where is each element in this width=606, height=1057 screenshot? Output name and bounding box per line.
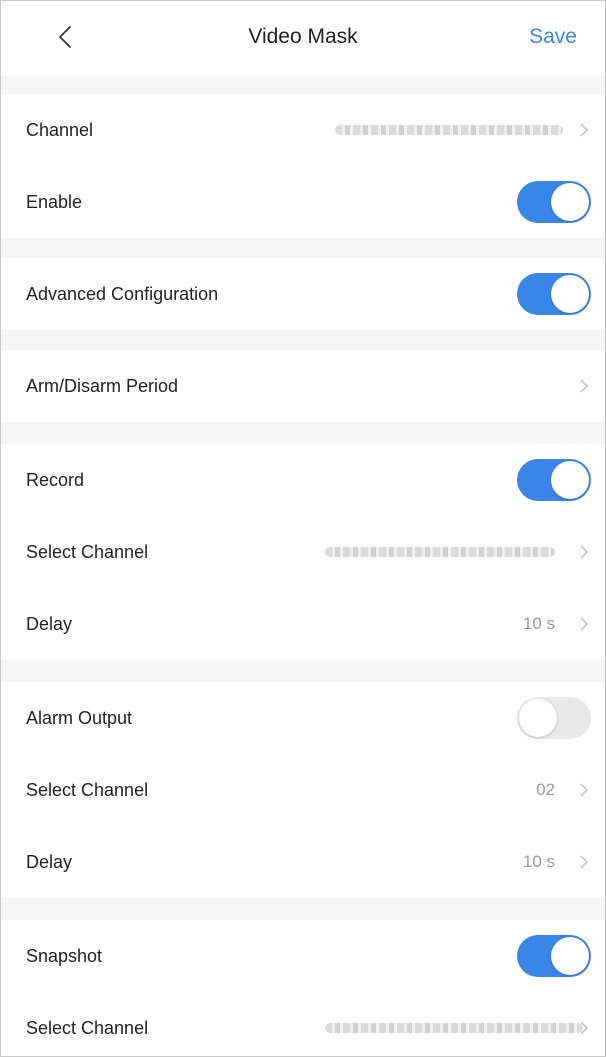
- chevron-right-icon: [580, 855, 589, 869]
- toggle-knob: [551, 937, 589, 975]
- channel-row[interactable]: Channel: [1, 94, 605, 166]
- advanced-configuration-toggle[interactable]: [517, 273, 591, 315]
- chevron-right-icon: [580, 545, 589, 559]
- chevron-right-icon: [580, 617, 589, 631]
- toggle-knob: [551, 461, 589, 499]
- arm-disarm-period-row[interactable]: Arm/Disarm Period: [1, 350, 605, 422]
- alarm-channel-value: 02: [536, 780, 555, 799]
- record-select-channel-row[interactable]: Select Channel: [1, 516, 605, 588]
- video-mask-screen: Video Mask Save Channel Enable Advanced …: [0, 0, 606, 1057]
- record-row: Record: [1, 444, 605, 516]
- record-toggle[interactable]: [517, 459, 591, 501]
- save-button[interactable]: Save: [529, 25, 577, 49]
- section-gap: [1, 898, 605, 920]
- row-label: Record: [26, 469, 85, 490]
- advanced-configuration-row: Advanced Configuration: [1, 258, 605, 330]
- chevron-right-icon: [580, 783, 589, 797]
- enable-toggle[interactable]: [517, 181, 591, 223]
- alarm-delay-value: 10 s: [522, 852, 555, 871]
- back-button[interactable]: [45, 15, 85, 59]
- section-gap: [1, 330, 605, 350]
- row-label: Select Channel: [26, 779, 149, 800]
- record-delay-row[interactable]: Delay 10 s: [1, 588, 605, 660]
- alarm-output-row: Alarm Output: [1, 682, 605, 754]
- chevron-right-icon: [580, 123, 589, 137]
- chevron-left-icon: [59, 26, 71, 48]
- enable-row: Enable: [1, 166, 605, 238]
- record-delay-value: 10 s: [522, 614, 555, 633]
- alarm-select-channel-row[interactable]: Select Channel 02: [1, 754, 605, 826]
- toggle-knob: [519, 699, 557, 737]
- section-gap: [1, 238, 605, 258]
- row-label: Select Channel: [26, 541, 149, 562]
- page-title: Video Mask: [248, 25, 358, 48]
- row-label: Channel: [26, 119, 94, 140]
- chevron-right-icon: [580, 1021, 589, 1035]
- row-label: Arm/Disarm Period: [26, 375, 179, 396]
- alarm-delay-row[interactable]: Delay 10 s: [1, 826, 605, 898]
- snapshot-row: Snapshot: [1, 920, 605, 992]
- chevron-right-icon: [580, 379, 589, 393]
- toggle-knob: [551, 183, 589, 221]
- toggle-knob: [551, 275, 589, 313]
- row-label: Alarm Output: [26, 707, 133, 728]
- section-gap: [1, 422, 605, 444]
- section-gap: [1, 660, 605, 682]
- row-label: Enable: [26, 191, 83, 212]
- snapshot-select-channel-row[interactable]: Select Channel: [1, 992, 605, 1056]
- section-gap: [1, 76, 605, 94]
- row-label: Snapshot: [26, 945, 103, 966]
- row-label: Delay: [26, 851, 73, 872]
- record-channels-blurred: [325, 547, 555, 557]
- channel-value-blurred: [335, 125, 563, 135]
- alarm-output-toggle[interactable]: [517, 697, 591, 739]
- row-label: Select Channel: [26, 1017, 149, 1038]
- row-label: Advanced Configuration: [26, 283, 219, 304]
- nav-header: Video Mask Save: [1, 1, 605, 76]
- row-label: Delay: [26, 613, 73, 634]
- snapshot-toggle[interactable]: [517, 935, 591, 977]
- snapshot-channels-blurred: [325, 1023, 583, 1033]
